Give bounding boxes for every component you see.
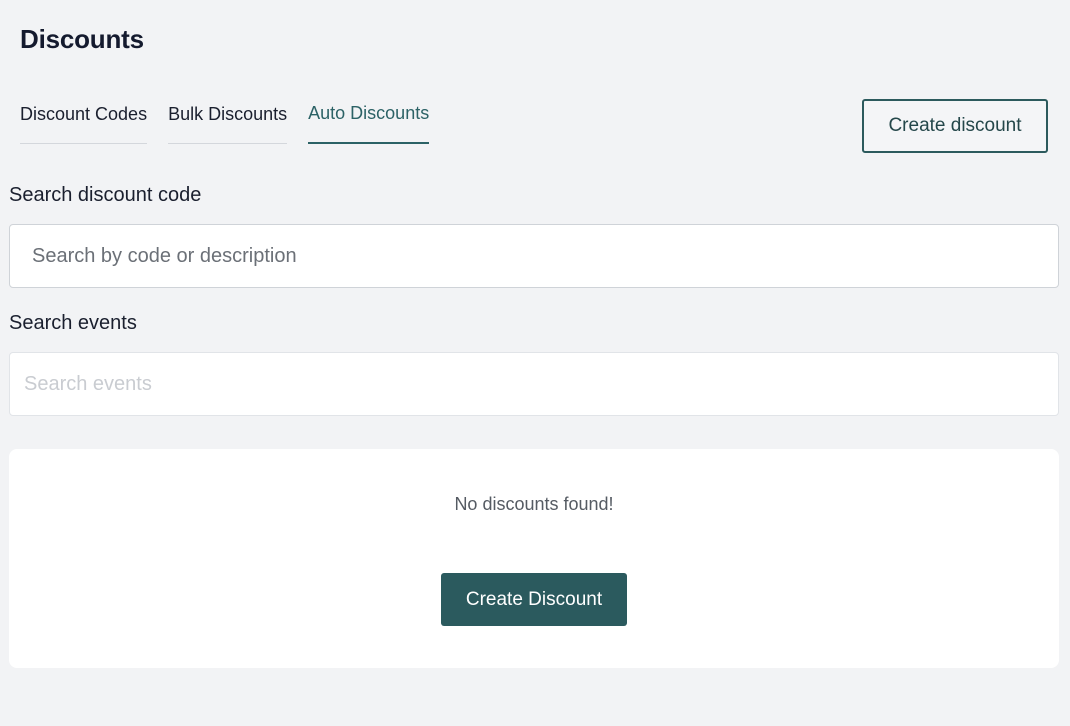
search-discount-code-label: Search discount code <box>9 184 202 206</box>
discount-tabs: Discount Codes Bulk Discounts Auto Disco… <box>20 103 430 144</box>
search-discount-code-input[interactable] <box>9 224 1059 288</box>
search-events-input[interactable] <box>9 352 1059 416</box>
page-title: Discounts <box>20 24 144 54</box>
search-events-label: Search events <box>9 312 137 334</box>
empty-state-message: No discounts found! <box>454 494 614 514</box>
tab-discount-codes[interactable]: Discount Codes <box>20 104 148 144</box>
tab-auto-discounts[interactable]: Auto Discounts <box>308 103 430 144</box>
create-discount-button[interactable]: Create discount <box>862 99 1048 153</box>
tab-bulk-discounts[interactable]: Bulk Discounts <box>168 104 288 144</box>
create-discount-primary-button[interactable]: Create Discount <box>441 573 627 626</box>
empty-state-card: No discounts found! Create Discount <box>9 449 1059 668</box>
